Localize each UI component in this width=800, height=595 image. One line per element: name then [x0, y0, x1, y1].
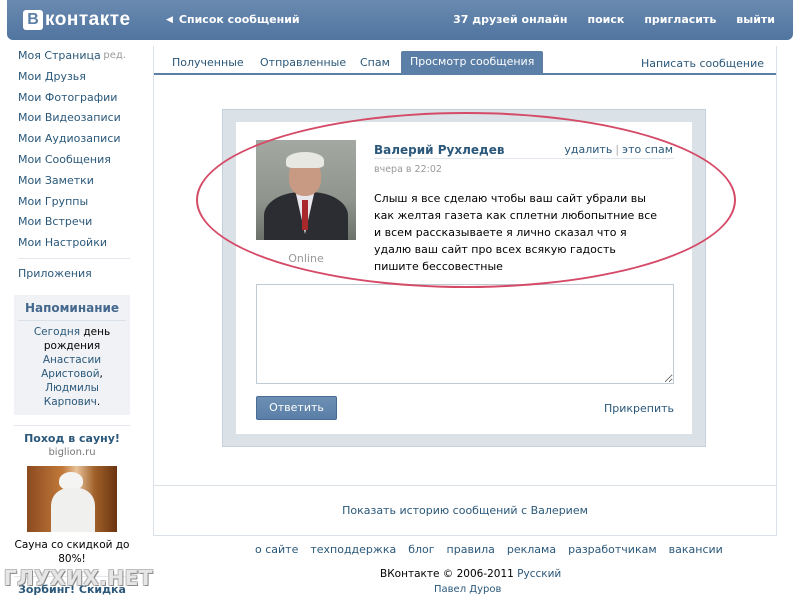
- ad-text: Сауна со скидкой до 80%!: [14, 538, 130, 565]
- sidebar-item-label: Мои Настройки: [18, 236, 107, 250]
- sidebar-divider: [18, 257, 130, 259]
- avatar-detail: [302, 200, 308, 230]
- sidebar-item-label: Мои Друзья: [18, 69, 86, 83]
- show-history-link[interactable]: Показать историю сообщений с Валерием: [154, 504, 776, 517]
- footer-author-link[interactable]: Павел Дуров: [434, 584, 501, 595]
- invite-link[interactable]: пригласить: [644, 13, 716, 26]
- online-status: Online: [288, 252, 324, 265]
- delete-link[interactable]: удалить: [564, 143, 612, 156]
- sidebar-item-label: Мои Заметки: [18, 173, 94, 187]
- sender-avatar[interactable]: [256, 140, 356, 240]
- tab-inbox[interactable]: Полученные: [164, 52, 252, 73]
- logout-link[interactable]: выйти: [736, 13, 775, 26]
- today-link[interactable]: Сегодня: [34, 326, 80, 338]
- tab-spam[interactable]: Спам: [352, 52, 398, 73]
- ad-title[interactable]: Поход в сауну!: [14, 432, 130, 445]
- sidebar-item-friends[interactable]: Мои Друзья: [12, 67, 130, 88]
- spam-link[interactable]: это спам: [622, 143, 673, 156]
- edit-link[interactable]: ред.: [103, 46, 130, 67]
- footer-link-support[interactable]: техподдержка: [310, 543, 396, 556]
- sidebar-item-label: Мои Видеозаписи: [18, 111, 121, 125]
- sidebar-item-label: Мои Фотографии: [18, 90, 118, 104]
- logo-text: контакте: [45, 9, 131, 30]
- sidebar-item-label: Мои Сообщения: [18, 152, 111, 166]
- reminder-title: Напоминание: [18, 301, 126, 321]
- ad-source: biglion.ru: [48, 446, 96, 458]
- footer-link-developers[interactable]: разработчикам: [568, 543, 657, 556]
- sidebar-item-label: Мои Встречи: [18, 215, 93, 229]
- person-link[interactable]: Людмилы Карпович: [44, 382, 99, 408]
- attach-link[interactable]: Прикрепить: [604, 402, 674, 415]
- footer-link-about[interactable]: о сайте: [255, 543, 298, 556]
- friends-online-link[interactable]: 37 друзей онлайн: [453, 13, 567, 26]
- sidebar-item-messages[interactable]: Мои Сообщения: [12, 150, 130, 171]
- reminder-dot: .: [96, 395, 101, 408]
- logo-mark: В: [23, 10, 43, 30]
- sidebar-item-notes[interactable]: Мои Заметки: [12, 171, 130, 192]
- write-message-link[interactable]: Написать сообщение: [641, 57, 764, 70]
- reply-button[interactable]: Ответить: [256, 396, 337, 420]
- avatar-detail: [286, 152, 324, 168]
- chevron-left-icon: ◀: [166, 14, 173, 25]
- sidebar-item-label: Приложения: [18, 266, 92, 280]
- main-content: Полученные Отправленные Спам Просмотр со…: [153, 46, 777, 536]
- reply-textarea[interactable]: [256, 284, 674, 384]
- tab-sent[interactable]: Отправленные: [252, 52, 354, 73]
- tab-view-message[interactable]: Просмотр сообщения: [401, 51, 544, 73]
- footer-copyright: ВКонтакте © 2006-2011 Русский: [0, 568, 800, 580]
- ad-image-detail: [51, 487, 95, 532]
- message-tabs: Полученные Отправленные Спам Просмотр со…: [154, 46, 776, 75]
- sidebar-item-label: Мои Аудиозаписи: [18, 132, 121, 146]
- footer-link-ads[interactable]: реклама: [507, 543, 556, 556]
- footer-link-rules[interactable]: правила: [447, 543, 495, 556]
- footer-link-blog[interactable]: блог: [408, 543, 434, 556]
- copyright-text: ВКонтакте © 2006-2011: [380, 568, 514, 580]
- history-divider: [154, 485, 776, 486]
- sidebar-item-events[interactable]: Мои Встречи: [12, 212, 130, 233]
- sidebar-item-label: Мои Группы: [18, 194, 89, 208]
- message-time: вчера в 22:02: [374, 164, 442, 175]
- sidebar-item-audio[interactable]: Мои Аудиозаписи: [12, 129, 130, 150]
- back-to-messages-link[interactable]: ◀ Список сообщений: [166, 13, 300, 26]
- message-actions: удалить | это спам: [564, 143, 673, 156]
- person-link[interactable]: Анастасии Аристовой: [41, 354, 101, 380]
- sidebar-item-my-page[interactable]: Моя Страница ред.: [12, 46, 130, 67]
- message-text: Слыш я все сделаю чтобы ваш сайт убрали …: [374, 192, 658, 273]
- actions-separator: |: [615, 143, 620, 156]
- sidebar-item-label: Моя Страница: [18, 49, 101, 62]
- message-frame: Online Валерий Рухледев удалить | это спам…: [222, 109, 706, 447]
- left-sidebar: Моя Страница ред. Мои Друзья Мои Фотогра…: [12, 46, 130, 595]
- reminder-box: Напоминание Сегодня день рождения Анаста…: [14, 294, 130, 415]
- back-link-label: Список сообщений: [178, 13, 300, 26]
- sidebar-item-groups[interactable]: Мои Группы: [12, 192, 130, 213]
- vk-logo[interactable]: В контакте: [23, 9, 131, 31]
- sidebar-item-apps[interactable]: Приложения: [12, 264, 130, 285]
- sidebar-item-videos[interactable]: Мои Видеозаписи: [12, 108, 130, 129]
- reminder-comma: ,: [99, 367, 103, 380]
- footer-links: о сайте техподдержка блог правила реклам…: [255, 543, 723, 556]
- ad-image[interactable]: [27, 465, 117, 532]
- sidebar-item-photos[interactable]: Мои Фотографии: [12, 88, 130, 109]
- reminder-text: Сегодня день рождения Анастасии Аристово…: [18, 325, 126, 409]
- language-link[interactable]: Русский: [517, 568, 561, 580]
- ad-block[interactable]: Поход в сауну! biglion.ru Сауна со скидк…: [14, 424, 130, 566]
- top-header: В контакте ◀ Список сообщений 37 друзей …: [7, 0, 793, 40]
- footer-link-jobs[interactable]: вакансии: [669, 543, 723, 556]
- ad-divider: [14, 424, 130, 426]
- message-box: Online Валерий Рухледев удалить | это спам…: [236, 122, 692, 434]
- header-nav: 37 друзей онлайн поиск пригласить выйти: [453, 13, 775, 26]
- header-divider: [374, 158, 674, 159]
- sidebar-item-settings[interactable]: Мои Настройки: [12, 233, 130, 254]
- sender-name-link[interactable]: Валерий Рухледев: [374, 143, 504, 157]
- search-link[interactable]: поиск: [587, 13, 624, 26]
